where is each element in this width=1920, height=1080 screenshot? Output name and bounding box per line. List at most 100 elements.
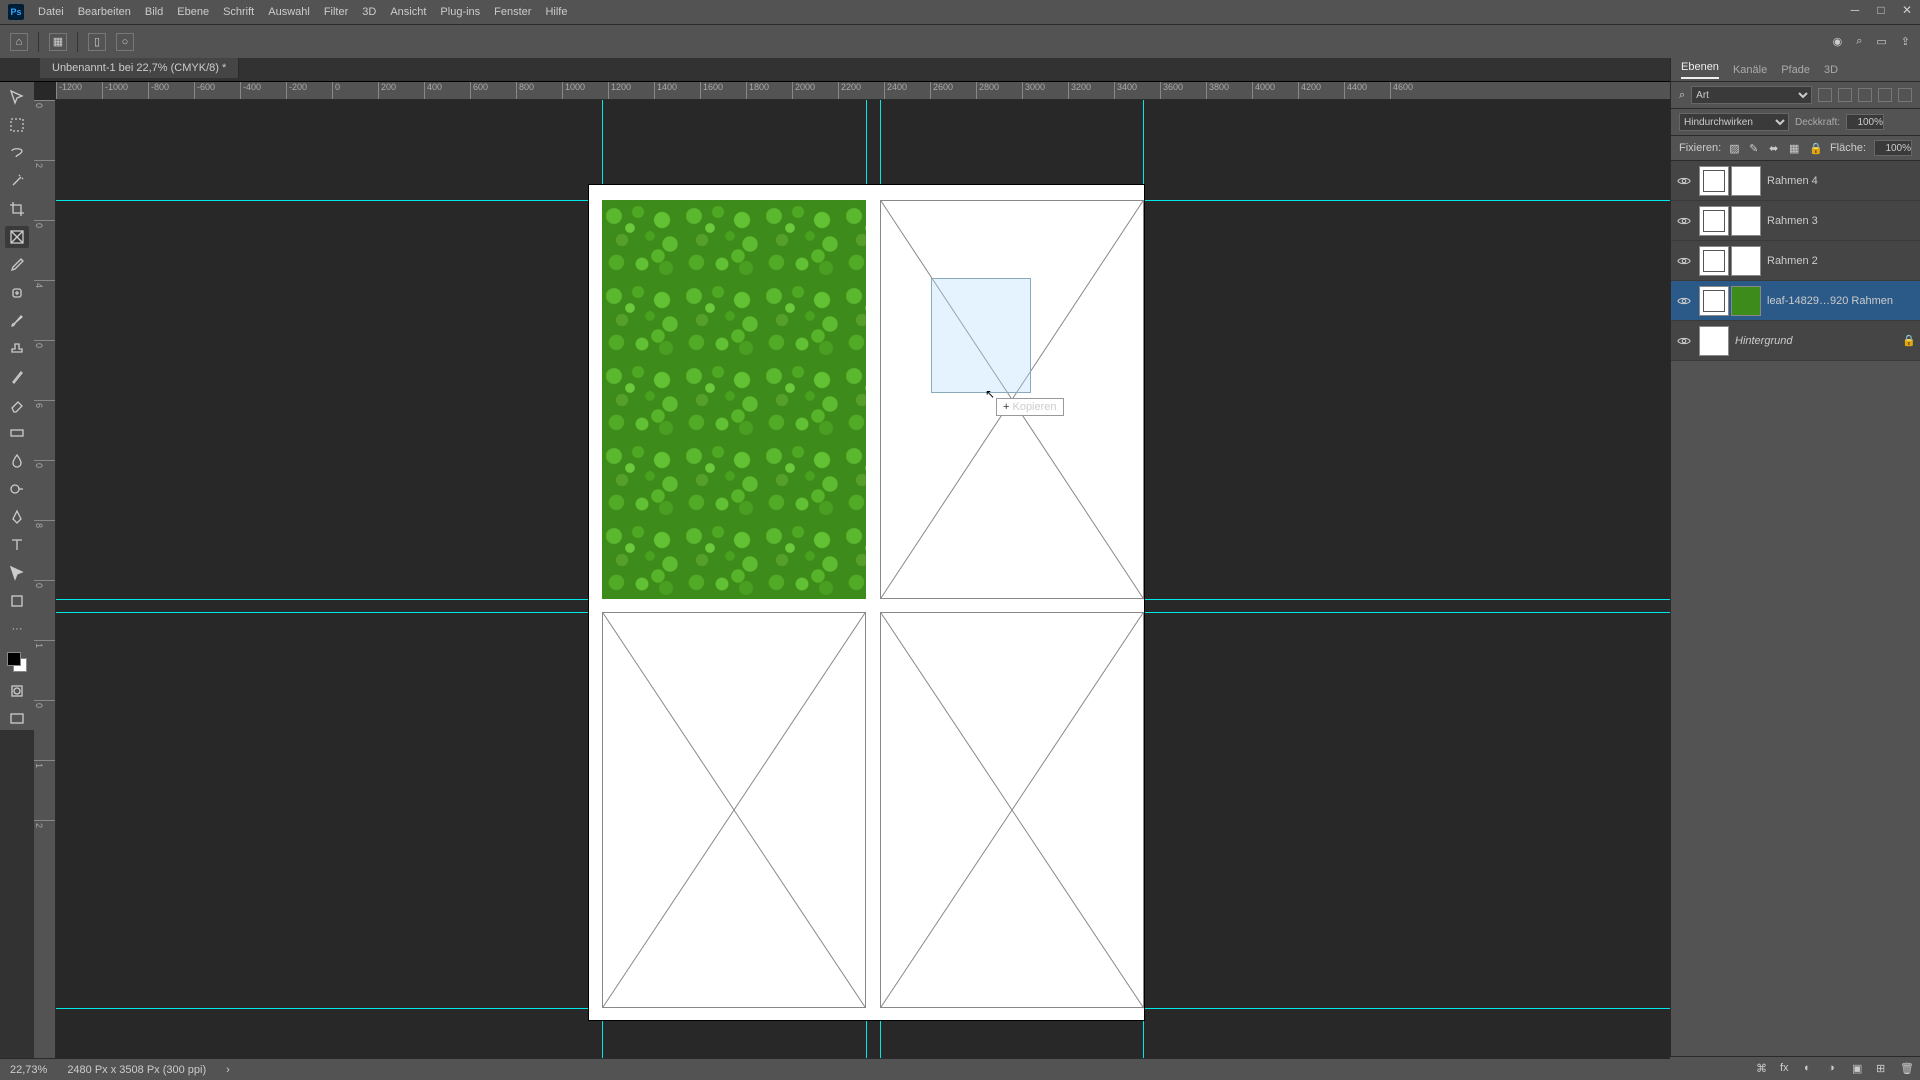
menu-fenster[interactable]: Fenster [494, 6, 531, 18]
filter-adjust-icon[interactable] [1838, 88, 1852, 102]
lock-nested-icon[interactable]: ⬌ [1769, 142, 1781, 155]
layer-row[interactable]: Rahmen 4 [1671, 161, 1920, 201]
delete-icon[interactable]: 🗑 [1900, 1062, 1914, 1076]
layer-row[interactable]: Rahmen 3 [1671, 201, 1920, 241]
shape-tool[interactable] [5, 590, 29, 612]
type-tool[interactable] [5, 534, 29, 556]
ruler-vertical[interactable]: 0204060801012 [34, 100, 56, 1058]
layer-row[interactable]: Hintergrund 🔒 [1671, 321, 1920, 361]
visibility-icon[interactable] [1675, 292, 1693, 310]
mask-icon[interactable]: ◐ [1804, 1062, 1818, 1076]
group-icon[interactable]: ▣ [1852, 1062, 1866, 1076]
frame-tool[interactable] [5, 226, 29, 248]
layer-row[interactable]: Rahmen 2 [1671, 241, 1920, 281]
lock-position-icon[interactable]: ✎ [1749, 142, 1761, 155]
orientation-landscape-icon[interactable]: ○ [116, 33, 134, 51]
close-button[interactable]: ✕ [1900, 3, 1914, 17]
layer-filter-select[interactable]: Art [1691, 86, 1812, 104]
menu-filter[interactable]: Filter [324, 6, 348, 18]
new-layer-icon[interactable]: ⊞ [1876, 1062, 1890, 1076]
visibility-icon[interactable] [1675, 252, 1693, 270]
empty-frame[interactable] [880, 612, 1144, 1008]
frame-preset-icon[interactable]: ▦ [49, 33, 67, 51]
lasso-tool[interactable] [5, 142, 29, 164]
quickmask-tool[interactable] [5, 680, 29, 702]
maximize-button[interactable]: □ [1874, 3, 1888, 17]
filled-frame-clover[interactable] [602, 200, 866, 599]
menu-auswahl[interactable]: Auswahl [268, 6, 310, 18]
menu-schrift[interactable]: Schrift [223, 6, 254, 18]
visibility-icon[interactable] [1675, 212, 1693, 230]
fill-input[interactable] [1874, 140, 1912, 156]
tab-ebenen[interactable]: Ebenen [1681, 61, 1719, 79]
menu-bearbeiten[interactable]: Bearbeiten [78, 6, 131, 18]
orientation-portrait-icon[interactable]: ▯ [88, 33, 106, 51]
adjustment-icon[interactable]: ◑ [1828, 1062, 1842, 1076]
menu-ebene[interactable]: Ebene [177, 6, 209, 18]
share-icon[interactable]: ⇪ [1901, 35, 1910, 48]
filter-type-icon[interactable] [1858, 88, 1872, 102]
wand-tool[interactable] [5, 170, 29, 192]
zoom-level[interactable]: 22,73% [10, 1064, 47, 1076]
dodge-tool[interactable] [5, 478, 29, 500]
screenmode-tool[interactable] [5, 708, 29, 730]
blur-tool[interactable] [5, 450, 29, 472]
healing-tool[interactable] [5, 282, 29, 304]
tab-kanaele[interactable]: Kanäle [1733, 64, 1767, 76]
artboard[interactable] [589, 185, 1144, 1020]
empty-frame[interactable] [602, 612, 866, 1008]
opacity-input[interactable] [1846, 114, 1884, 130]
tab-3d[interactable]: 3D [1824, 64, 1838, 76]
blend-mode-select[interactable]: Hindurchwirken [1679, 113, 1789, 131]
lock-label: Fixieren: [1679, 142, 1721, 154]
color-swatches[interactable] [5, 650, 29, 674]
more-tools[interactable]: ··· [5, 618, 29, 640]
stamp-tool[interactable] [5, 338, 29, 360]
eraser-tool[interactable] [5, 394, 29, 416]
search-icon[interactable]: ⌕ [1679, 89, 1685, 102]
lock-all-icon[interactable]: 🔒 [1809, 142, 1822, 155]
eyedropper-tool[interactable] [5, 254, 29, 276]
lock-icon[interactable]: 🔒 [1902, 334, 1916, 348]
document-info[interactable]: 2480 Px x 3508 Px (300 ppi) [67, 1064, 206, 1076]
menu-datei[interactable]: Datei [38, 6, 64, 18]
home-icon[interactable]: ⌂ [10, 33, 28, 51]
document-tab[interactable]: Unbenannt-1 bei 22,7% (CMYK/8) * [40, 58, 239, 78]
layer-row[interactable]: leaf-14829…920 Rahmen [1671, 281, 1920, 321]
link-layers-icon[interactable]: ⌘ [1756, 1062, 1770, 1076]
layer-name[interactable]: Hintergrund [1735, 335, 1896, 347]
filter-shape-icon[interactable] [1878, 88, 1892, 102]
path-tool[interactable] [5, 562, 29, 584]
filter-image-icon[interactable] [1818, 88, 1832, 102]
lock-artboard-icon[interactable]: ▦ [1789, 142, 1801, 155]
menu-hilfe[interactable]: Hilfe [545, 6, 567, 18]
tab-pfade[interactable]: Pfade [1781, 64, 1810, 76]
fx-icon[interactable]: fx [1780, 1062, 1794, 1076]
menu-ansicht[interactable]: Ansicht [390, 6, 426, 18]
layer-name[interactable]: Rahmen 4 [1767, 175, 1916, 187]
layer-name[interactable]: Rahmen 2 [1767, 255, 1916, 267]
minimize-button[interactable]: ─ [1848, 3, 1862, 17]
gradient-tool[interactable] [5, 422, 29, 444]
menu-plugins[interactable]: Plug-ins [440, 6, 480, 18]
move-tool[interactable] [5, 86, 29, 108]
marquee-tool[interactable] [5, 114, 29, 136]
history-brush-tool[interactable] [5, 366, 29, 388]
crop-tool[interactable] [5, 198, 29, 220]
search-icon[interactable]: ⌕ [1856, 35, 1862, 48]
brush-tool[interactable] [5, 310, 29, 332]
menu-bild[interactable]: Bild [145, 6, 163, 18]
cloud-icon[interactable]: ◉ [1833, 35, 1843, 48]
layer-name[interactable]: Rahmen 3 [1767, 215, 1916, 227]
pen-tool[interactable] [5, 506, 29, 528]
ruler-horizontal[interactable]: -1200-1000-800-600-400-20002004006008001… [56, 82, 1670, 100]
visibility-icon[interactable] [1675, 172, 1693, 190]
visibility-icon[interactable] [1675, 332, 1693, 350]
chevron-right-icon[interactable]: › [226, 1064, 230, 1076]
layer-name[interactable]: leaf-14829…920 Rahmen [1767, 295, 1916, 307]
lock-pixels-icon[interactable]: ▨ [1729, 142, 1741, 155]
workspace-icon[interactable]: ▭ [1876, 35, 1886, 48]
menu-3d[interactable]: 3D [362, 6, 376, 18]
filter-smart-icon[interactable] [1898, 88, 1912, 102]
canvas-area[interactable]: ↖ + Kopieren [56, 100, 1670, 1058]
